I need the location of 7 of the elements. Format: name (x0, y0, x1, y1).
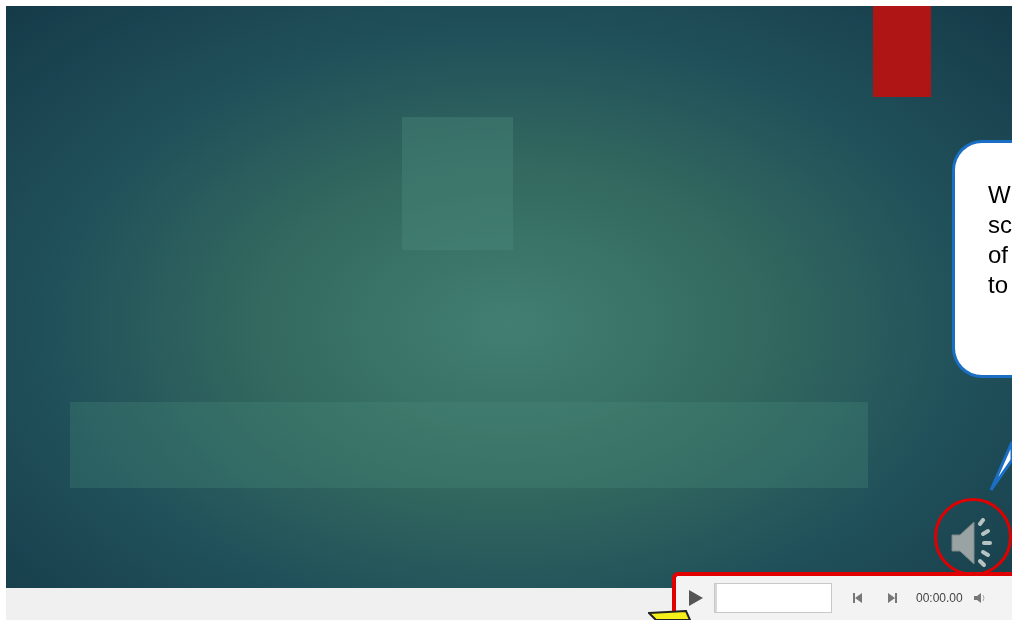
forward-icon[interactable] (886, 592, 898, 604)
play-button[interactable] (688, 589, 704, 607)
back-icon[interactable] (852, 592, 864, 604)
time-display: 00:00.00 (916, 590, 963, 607)
callout-text: W sc of to (988, 180, 1012, 300)
arrow-shape (648, 610, 692, 620)
volume-icon[interactable] (972, 592, 987, 604)
